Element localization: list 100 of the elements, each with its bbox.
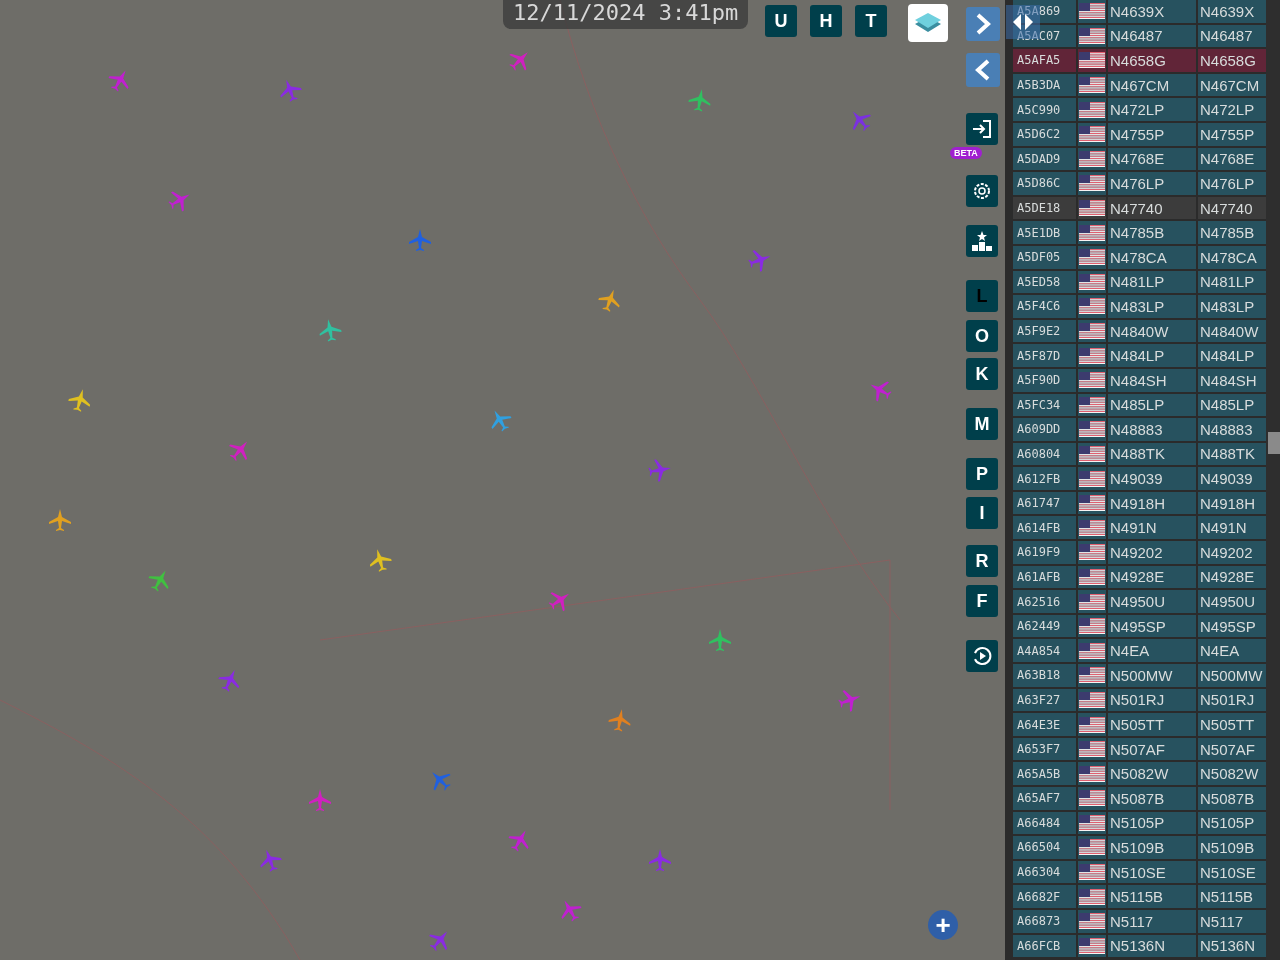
callsign-cell[interactable]: N4639X xyxy=(1198,0,1266,23)
toggle-button[interactable]: U xyxy=(765,5,797,37)
callsign-cell[interactable]: N5082W xyxy=(1198,762,1266,785)
callsign-cell[interactable]: N478CA xyxy=(1198,245,1266,269)
toggle-button[interactable]: M xyxy=(966,408,998,440)
hex-cell[interactable]: A6682F xyxy=(1013,885,1076,908)
callsign-cell[interactable]: N5117 xyxy=(1198,909,1266,933)
replay-button[interactable] xyxy=(966,640,998,672)
hex-cell[interactable]: A5AFA5 xyxy=(1013,49,1076,72)
registration-cell[interactable]: N4658G xyxy=(1108,49,1196,72)
callsign-cell[interactable]: N472LP xyxy=(1198,98,1266,121)
callsign-cell[interactable]: N507AF xyxy=(1198,737,1266,761)
toggle-button[interactable]: H xyxy=(810,5,842,37)
registration-cell[interactable]: N510SE xyxy=(1108,860,1196,884)
callsign-cell[interactable]: N484SH xyxy=(1198,368,1266,392)
registration-cell[interactable]: N484LP xyxy=(1108,344,1196,367)
flag-cell[interactable] xyxy=(1078,467,1106,490)
registration-cell[interactable]: N500MW xyxy=(1108,664,1196,687)
flag-cell[interactable] xyxy=(1078,418,1106,441)
flag-cell[interactable] xyxy=(1078,688,1106,712)
registration-cell[interactable]: N4768E xyxy=(1108,147,1196,171)
registration-cell[interactable]: N484SH xyxy=(1108,368,1196,392)
hex-cell[interactable]: A66873 xyxy=(1013,909,1076,933)
registration-cell[interactable]: N4EA xyxy=(1108,639,1196,663)
callsign-cell[interactable]: N491N xyxy=(1198,516,1266,540)
flag-cell[interactable] xyxy=(1078,393,1106,417)
flag-cell[interactable] xyxy=(1078,516,1106,540)
callsign-cell[interactable]: N5115B xyxy=(1198,885,1266,908)
callsign-cell[interactable]: N481LP xyxy=(1198,270,1266,294)
hex-cell[interactable]: A62516 xyxy=(1013,590,1076,613)
callsign-cell[interactable]: N510SE xyxy=(1198,860,1266,884)
hex-cell[interactable]: A65A5B xyxy=(1013,762,1076,785)
hex-cell[interactable]: A5AC07 xyxy=(1013,24,1076,48)
leaderboard-button[interactable] xyxy=(966,225,998,257)
flag-cell[interactable] xyxy=(1078,295,1106,318)
flag-cell[interactable] xyxy=(1078,787,1106,810)
hex-cell[interactable]: A4A854 xyxy=(1013,639,1076,663)
hex-cell[interactable]: A63B18 xyxy=(1013,664,1076,687)
flag-cell[interactable] xyxy=(1078,270,1106,294)
registration-cell[interactable]: N46487 xyxy=(1108,24,1196,48)
hex-cell[interactable]: A66484 xyxy=(1013,811,1076,835)
hex-cell[interactable]: A66504 xyxy=(1013,836,1076,859)
registration-cell[interactable]: N4840W xyxy=(1108,319,1196,343)
registration-cell[interactable]: N49039 xyxy=(1108,467,1196,490)
callsign-cell[interactable]: N495SP xyxy=(1198,614,1266,638)
callsign-cell[interactable]: N5136N xyxy=(1198,934,1266,958)
flag-cell[interactable] xyxy=(1078,811,1106,835)
hex-cell[interactable]: A653F7 xyxy=(1013,737,1076,761)
registration-cell[interactable]: N49202 xyxy=(1108,541,1196,564)
hex-cell[interactable]: A66FCB xyxy=(1013,934,1076,958)
callsign-cell[interactable]: N4918H xyxy=(1198,491,1266,515)
flag-cell[interactable] xyxy=(1078,713,1106,736)
flag-cell[interactable] xyxy=(1078,737,1106,761)
flag-cell[interactable] xyxy=(1078,196,1106,220)
callsign-cell[interactable]: N484LP xyxy=(1198,344,1266,367)
callsign-cell[interactable]: N5109B xyxy=(1198,836,1266,859)
flag-cell[interactable] xyxy=(1078,541,1106,564)
hex-cell[interactable]: A5C990 xyxy=(1013,98,1076,121)
registration-cell[interactable]: N5109B xyxy=(1108,836,1196,859)
registration-cell[interactable]: N5136N xyxy=(1108,934,1196,958)
callsign-cell[interactable]: N46487 xyxy=(1198,24,1266,48)
toggle-button[interactable]: O xyxy=(966,320,998,352)
collapse-button[interactable] xyxy=(966,53,1000,87)
registration-cell[interactable]: N476LP xyxy=(1108,172,1196,195)
flag-cell[interactable] xyxy=(1078,762,1106,785)
settings-button[interactable] xyxy=(966,175,998,207)
toggle-button[interactable]: R xyxy=(966,545,998,577)
hex-cell[interactable]: A5D86C xyxy=(1013,172,1076,195)
hex-cell[interactable]: A5E1DB xyxy=(1013,221,1076,244)
registration-cell[interactable]: N5105P xyxy=(1108,811,1196,835)
hex-cell[interactable]: A614FB xyxy=(1013,516,1076,540)
registration-cell[interactable]: N485LP xyxy=(1108,393,1196,417)
callsign-cell[interactable]: N49202 xyxy=(1198,541,1266,564)
flag-cell[interactable] xyxy=(1078,24,1106,48)
callsign-cell[interactable]: N4658G xyxy=(1198,49,1266,72)
hex-cell[interactable]: A5B3DA xyxy=(1013,73,1076,97)
registration-cell[interactable]: N5082W xyxy=(1108,762,1196,785)
hex-cell[interactable]: A5DE18 xyxy=(1013,196,1076,220)
flag-cell[interactable] xyxy=(1078,245,1106,269)
hex-cell[interactable]: A5ED58 xyxy=(1013,270,1076,294)
callsign-cell[interactable]: N485LP xyxy=(1198,393,1266,417)
airplane-icon[interactable] xyxy=(68,389,91,412)
callsign-cell[interactable]: N467CM xyxy=(1198,73,1266,97)
callsign-cell[interactable]: N476LP xyxy=(1198,172,1266,195)
hex-cell[interactable]: A612FB xyxy=(1013,467,1076,490)
flag-cell[interactable] xyxy=(1078,565,1106,589)
callsign-cell[interactable]: N4768E xyxy=(1198,147,1266,171)
flag-cell[interactable] xyxy=(1078,934,1106,958)
callsign-cell[interactable]: N4785B xyxy=(1198,221,1266,244)
flag-cell[interactable] xyxy=(1078,122,1106,146)
layers-button[interactable] xyxy=(908,4,948,42)
callsign-cell[interactable]: N4EA xyxy=(1198,639,1266,663)
registration-cell[interactable]: N48883 xyxy=(1108,418,1196,441)
toggle-button[interactable]: P xyxy=(966,458,998,490)
registration-cell[interactable]: N4918H xyxy=(1108,491,1196,515)
callsign-cell[interactable]: N4840W xyxy=(1198,319,1266,343)
registration-cell[interactable]: N4950U xyxy=(1108,590,1196,613)
flag-cell[interactable] xyxy=(1078,836,1106,859)
flag-cell[interactable] xyxy=(1078,147,1106,171)
flag-cell[interactable] xyxy=(1078,73,1106,97)
